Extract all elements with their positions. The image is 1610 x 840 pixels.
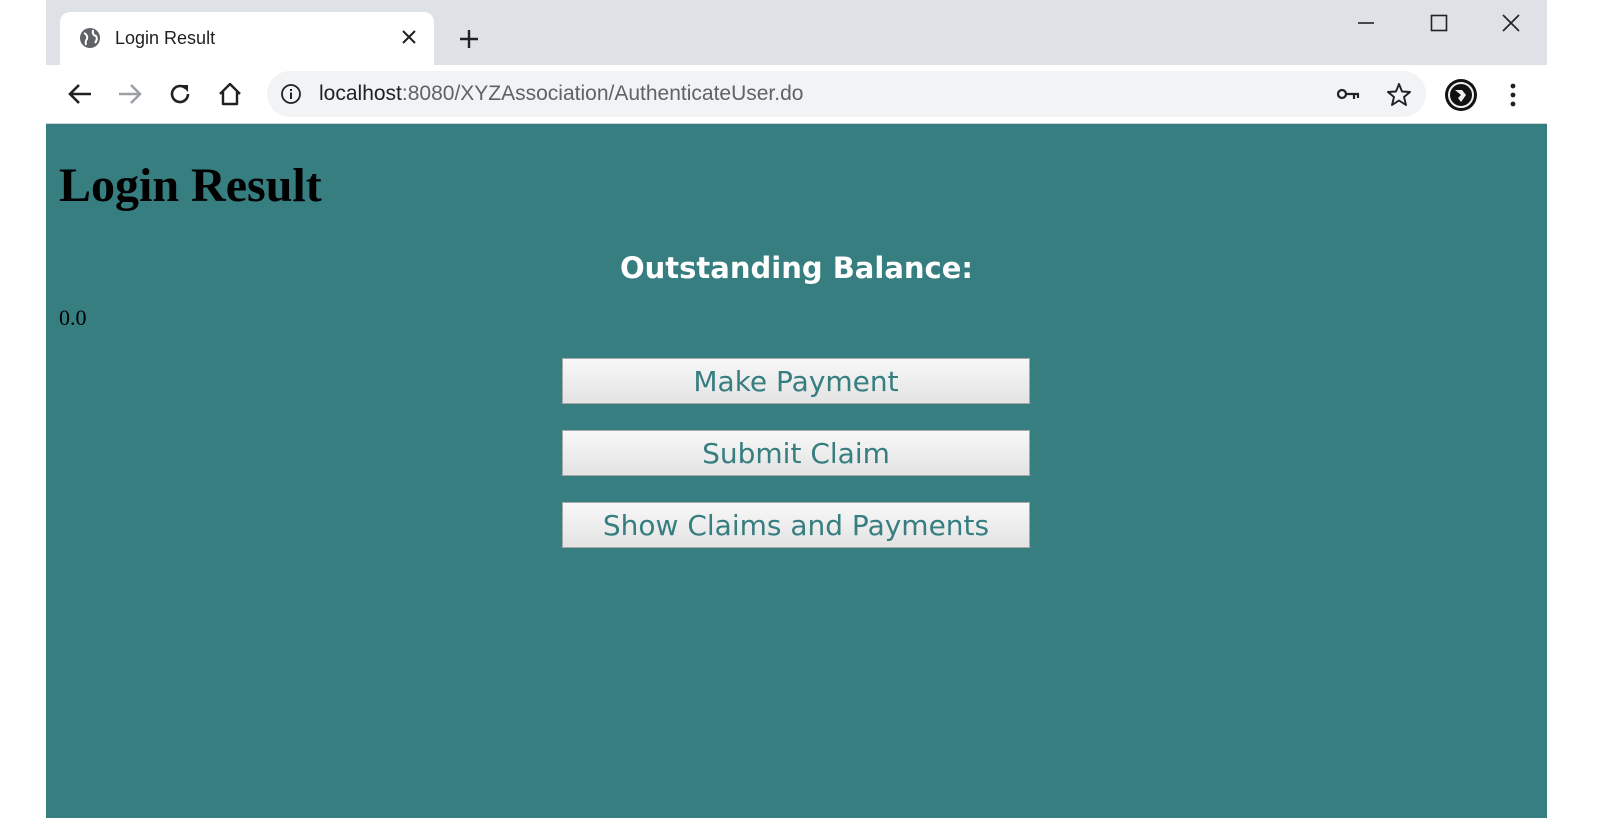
- back-arrow-icon[interactable]: [62, 76, 98, 112]
- star-icon[interactable]: [1386, 82, 1412, 106]
- submit-claim-button[interactable]: Submit Claim: [562, 430, 1030, 476]
- maximize-icon[interactable]: [1414, 6, 1464, 40]
- tab-strip: Login Result: [46, 0, 1547, 65]
- browser-window: Login Result localhost:8080/XYZAssociati…: [46, 0, 1547, 818]
- page-content: Login Result Outstanding Balance: 0.0 Ma…: [46, 124, 1547, 818]
- key-icon[interactable]: [1336, 82, 1362, 106]
- page-title: Login Result: [59, 159, 322, 212]
- show-claims-payments-button[interactable]: Show Claims and Payments: [562, 502, 1030, 548]
- tab-title: Login Result: [115, 28, 216, 48]
- tab-login-result[interactable]: Login Result: [60, 12, 434, 65]
- browser-toolbar: localhost:8080/XYZAssociation/Authentica…: [46, 65, 1547, 124]
- info-icon[interactable]: [280, 83, 302, 105]
- balance-value: 0.0: [59, 305, 87, 330]
- url-host: localhost: [319, 82, 402, 105]
- avatar[interactable]: [1444, 78, 1478, 112]
- plus-icon[interactable]: [454, 24, 484, 54]
- url-path: :8080/XYZAssociation/AuthenticateUser.do: [401, 82, 804, 105]
- make-payment-button[interactable]: Make Payment: [562, 358, 1030, 404]
- home-icon[interactable]: [212, 76, 248, 112]
- address-bar[interactable]: localhost:8080/XYZAssociation/Authentica…: [267, 71, 1426, 117]
- url-text: localhost:8080/XYZAssociation/Authentica…: [319, 82, 803, 106]
- forward-arrow-icon[interactable]: [112, 76, 148, 112]
- balance-label: Outstanding Balance:: [620, 251, 973, 285]
- reload-icon[interactable]: [162, 76, 198, 112]
- globe-icon: [79, 27, 101, 49]
- more-vert-icon[interactable]: [1498, 78, 1528, 112]
- window-close-icon[interactable]: [1486, 6, 1536, 40]
- minimize-icon[interactable]: [1341, 6, 1391, 40]
- close-icon[interactable]: [398, 26, 420, 48]
